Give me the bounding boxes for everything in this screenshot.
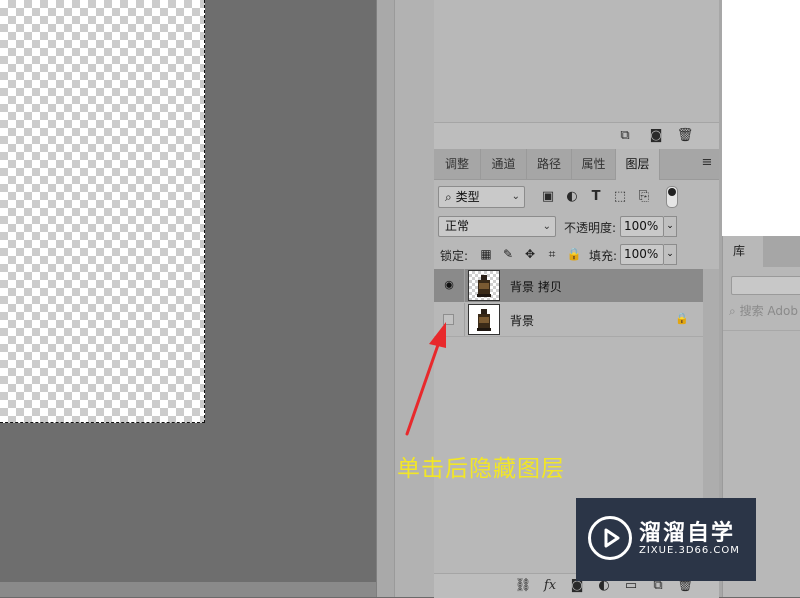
lock-image-pixels-icon[interactable]: ✎: [500, 246, 516, 262]
layer-thumbnail: [468, 270, 500, 301]
horizontal-scrollbar[interactable]: [0, 582, 376, 597]
adjustment-filter-icon[interactable]: ◐: [563, 188, 581, 206]
library-search-placeholder: 搜索 Adob: [739, 304, 798, 318]
blend-mode-select[interactable]: 正常 ⌄: [438, 216, 556, 237]
tab-layers[interactable]: 图层: [616, 149, 660, 180]
visibility-toggle[interactable]: ◉: [434, 269, 465, 302]
opacity-label: 不透明度:: [564, 221, 617, 235]
watermark: 溜溜自学 ZIXUE.3D66.COM: [576, 498, 756, 581]
bottle-thumbnail-icon: [477, 309, 491, 331]
watermark-title: 溜溜自学: [639, 521, 736, 546]
layer-row[interactable]: 背景 🔒: [434, 303, 703, 337]
chevron-down-icon: ⌄: [511, 191, 520, 202]
filter-type-value: 类型: [455, 190, 480, 204]
watermark-url: ZIXUE.3D66.COM: [639, 545, 740, 556]
eye-icon[interactable]: ◉: [442, 279, 456, 291]
layer-name[interactable]: 背景 拷贝: [510, 278, 562, 295]
layer-row[interactable]: ◉ 背景 拷贝: [434, 269, 703, 302]
fill-input[interactable]: 100%: [620, 244, 664, 265]
watermark-logo-icon: [588, 516, 632, 560]
bottle-thumbnail-icon: [477, 275, 491, 297]
library-search-input[interactable]: ⌕ 搜索 Adob: [729, 302, 800, 320]
collapsed-panel-dock: [394, 0, 435, 597]
canvas-area[interactable]: [0, 0, 376, 582]
filter-toggle[interactable]: [666, 186, 678, 208]
camera-icon[interactable]: ◙: [647, 127, 665, 145]
text-filter-icon[interactable]: T: [587, 188, 605, 206]
trash-icon[interactable]: 🗑: [676, 127, 694, 145]
smart-object-filter-icon[interactable]: ⎘: [635, 188, 653, 206]
shape-filter-icon[interactable]: ⬚: [611, 188, 629, 206]
lock-artboard-icon[interactable]: ⌗: [544, 246, 560, 262]
fx-icon[interactable]: fx: [541, 577, 559, 595]
layer-name[interactable]: 背景: [510, 312, 534, 329]
search-icon: ⌕: [729, 304, 736, 318]
annotation-arrow-icon: [405, 322, 446, 436]
tab-channels[interactable]: 通道: [481, 149, 527, 179]
blend-mode-value: 正常: [445, 219, 470, 233]
toggle-knob: [668, 188, 676, 196]
library-select[interactable]: [731, 276, 800, 295]
lock-position-icon[interactable]: ✥: [522, 246, 538, 262]
history-panel-toolbar: ⧉ ◙ 🗑: [434, 122, 719, 150]
panel-tab-bar: 调整 通道 路径 属性 图层 ≡: [434, 149, 719, 180]
tab-paths[interactable]: 路径: [527, 149, 572, 179]
layer-filter-select[interactable]: ⌕ 类型 ⌄: [438, 186, 525, 208]
panel-dock-divider: [376, 0, 395, 597]
panel-menu-icon[interactable]: ≡: [699, 154, 715, 172]
divider: [723, 330, 800, 331]
blank-area: [722, 0, 800, 236]
lock-all-icon[interactable]: 🔒: [566, 246, 582, 262]
lock-transparent-pixels-icon[interactable]: ▦: [478, 246, 494, 262]
opacity-dropdown-button[interactable]: ⌄: [664, 216, 677, 237]
fill-dropdown-button[interactable]: ⌄: [664, 244, 677, 265]
tab-properties[interactable]: 属性: [572, 149, 616, 179]
library-tab-bar: 库: [723, 236, 800, 267]
tab-library[interactable]: 库: [723, 236, 763, 267]
chevron-down-icon: ⌄: [542, 221, 551, 232]
play-icon: [604, 528, 620, 548]
transparent-document-canvas[interactable]: [0, 0, 205, 423]
search-icon: ⌕: [445, 190, 452, 204]
opacity-input[interactable]: 100%: [620, 216, 664, 237]
history-panel-body: [434, 0, 719, 122]
layer-thumbnail: [468, 304, 500, 335]
lock-icon: 🔒: [675, 312, 689, 325]
new-snapshot-icon[interactable]: ⧉: [616, 127, 634, 145]
image-filter-icon[interactable]: ▣: [539, 188, 557, 206]
tab-adjustments[interactable]: 调整: [434, 149, 481, 179]
annotation-text: 单击后隐藏图层: [397, 456, 565, 482]
lock-label: 锁定:: [440, 249, 469, 263]
fill-label: 填充:: [589, 249, 618, 263]
link-icon[interactable]: ⛓: [514, 577, 532, 595]
